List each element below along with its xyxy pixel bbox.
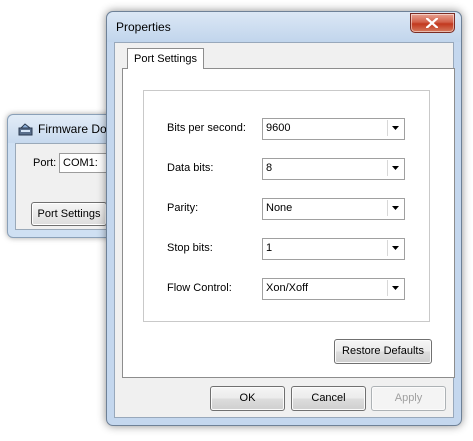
- bits-per-second-value: 9600: [266, 122, 291, 134]
- flow-control-select[interactable]: Xon/Xoff: [262, 278, 405, 300]
- dropdown-arrow-icon: [392, 286, 399, 290]
- cancel-button[interactable]: Cancel: [291, 386, 366, 411]
- parity-value: None: [266, 202, 293, 214]
- apply-button-label: Apply: [394, 392, 423, 404]
- dialog-title: Properties: [116, 20, 171, 34]
- stop-bits-select[interactable]: 1: [262, 238, 405, 260]
- port-settings-button[interactable]: Port Settings: [31, 202, 107, 226]
- bits-per-second-dropdown[interactable]: [387, 120, 403, 136]
- apply-button[interactable]: Apply: [371, 386, 446, 411]
- parity-select[interactable]: None: [262, 198, 405, 220]
- dropdown-arrow-icon: [392, 246, 399, 250]
- dropdown-arrow-icon: [392, 206, 399, 210]
- bits-per-second-label: Bits per second:: [167, 122, 246, 134]
- parity-label: Parity:: [167, 202, 199, 214]
- dropdown-arrow-icon: [392, 126, 399, 130]
- bits-per-second-select[interactable]: 9600: [262, 118, 405, 140]
- restore-defaults-button-label: Restore Defaults: [342, 345, 424, 357]
- stop-bits-dropdown[interactable]: [387, 240, 403, 256]
- port-select-value: COM1:: [63, 157, 98, 169]
- flow-control-dropdown[interactable]: [387, 280, 403, 296]
- dropdown-arrow-icon: [392, 166, 399, 170]
- port-settings-button-label: Port Settings: [37, 208, 101, 220]
- data-bits-label: Data bits:: [167, 162, 214, 174]
- ok-button-label: OK: [239, 392, 256, 404]
- properties-dialog[interactable]: Properties Port Settings Bits per second…: [106, 11, 462, 426]
- data-bits-dropdown[interactable]: [387, 160, 403, 176]
- port-label: Port:: [33, 157, 57, 169]
- ok-button[interactable]: OK: [210, 386, 285, 411]
- tab-port-settings-label: Port Settings: [134, 53, 197, 65]
- cancel-button-label: Cancel: [311, 392, 346, 404]
- parity-dropdown[interactable]: [387, 200, 403, 216]
- firmware-app-icon: [18, 123, 33, 136]
- dialog-client: Port Settings Bits per second: 9600 Data…: [114, 42, 455, 418]
- port-settings-panel: Bits per second: 9600 Data bits: 8 Parit…: [122, 68, 455, 378]
- data-bits-select[interactable]: 8: [262, 158, 405, 180]
- data-bits-value: 8: [266, 162, 273, 174]
- close-button[interactable]: [410, 13, 455, 33]
- tab-port-settings[interactable]: Port Settings: [127, 48, 204, 69]
- desktop: Firmware Dov Port: COM1: Port Settings P…: [0, 0, 473, 441]
- close-icon: [426, 18, 438, 28]
- properties-titlebar[interactable]: Properties: [107, 12, 461, 42]
- stop-bits-value: 1: [266, 242, 273, 254]
- settings-group: Bits per second: 9600 Data bits: 8 Parit…: [143, 90, 430, 322]
- flow-control-label: Flow Control:: [167, 282, 232, 294]
- firmware-window-title: Firmware Dov: [38, 122, 113, 136]
- flow-control-value: Xon/Xoff: [266, 282, 308, 294]
- stop-bits-label: Stop bits:: [167, 242, 213, 254]
- restore-defaults-button[interactable]: Restore Defaults: [334, 339, 432, 364]
